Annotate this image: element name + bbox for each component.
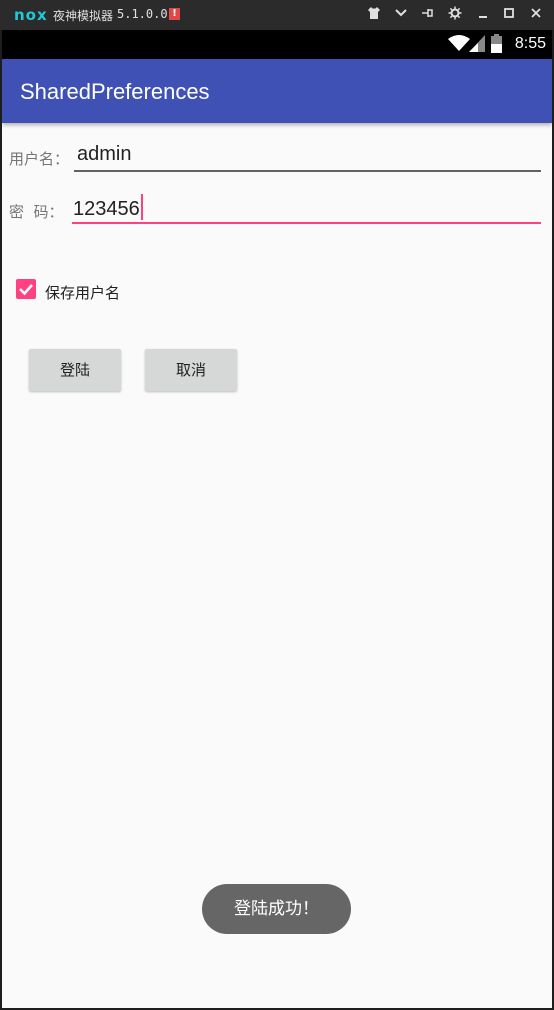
password-input[interactable]: 123456 — [73, 194, 143, 221]
password-underline — [72, 222, 541, 224]
emulator-logo: nox — [14, 6, 48, 24]
remember-username-label[interactable]: 保存用户名 — [45, 282, 120, 303]
username-input[interactable]: admin — [77, 143, 131, 166]
emulator-title: 夜神模拟器 — [53, 9, 114, 23]
pin-icon[interactable] — [419, 6, 435, 22]
emulator-alert-badge[interactable]: ! — [169, 8, 180, 20]
app-title: SharedPreferences — [20, 79, 210, 104]
shirt-icon[interactable] — [366, 6, 382, 22]
remember-username-checkbox[interactable] — [16, 279, 36, 299]
text-cursor — [140, 194, 143, 220]
app-toolbar: SharedPreferences — [2, 59, 552, 123]
username-label: 用户名： — [9, 150, 70, 168]
cancel-button[interactable]: 取消 — [145, 349, 237, 391]
chevron-down-icon[interactable] — [393, 6, 409, 22]
password-value: 123456 — [73, 198, 140, 220]
wifi-icon — [448, 34, 470, 56]
minimize-icon[interactable] — [475, 6, 491, 22]
emulator-version: 5.1.0.0 — [117, 7, 168, 21]
close-icon[interactable] — [528, 6, 544, 22]
status-bar: 8:55 — [2, 30, 552, 59]
battery-icon — [491, 34, 502, 57]
toast-message: 登陆成功！ — [202, 884, 351, 934]
login-button[interactable]: 登陆 — [29, 349, 121, 391]
maximize-icon[interactable] — [501, 6, 517, 22]
emulator-title-bar: nox 夜神模拟器 5.1.0.0 ! — [0, 0, 554, 30]
phone-screen: 8:55 SharedPreferences 用户名： admin 密 码： 1… — [2, 30, 552, 1008]
username-underline — [74, 170, 541, 172]
gear-icon[interactable] — [447, 6, 463, 22]
signal-icon — [469, 34, 485, 56]
password-label: 密 码： — [9, 203, 64, 221]
check-icon — [19, 284, 33, 296]
status-time: 8:55 — [514, 35, 546, 52]
